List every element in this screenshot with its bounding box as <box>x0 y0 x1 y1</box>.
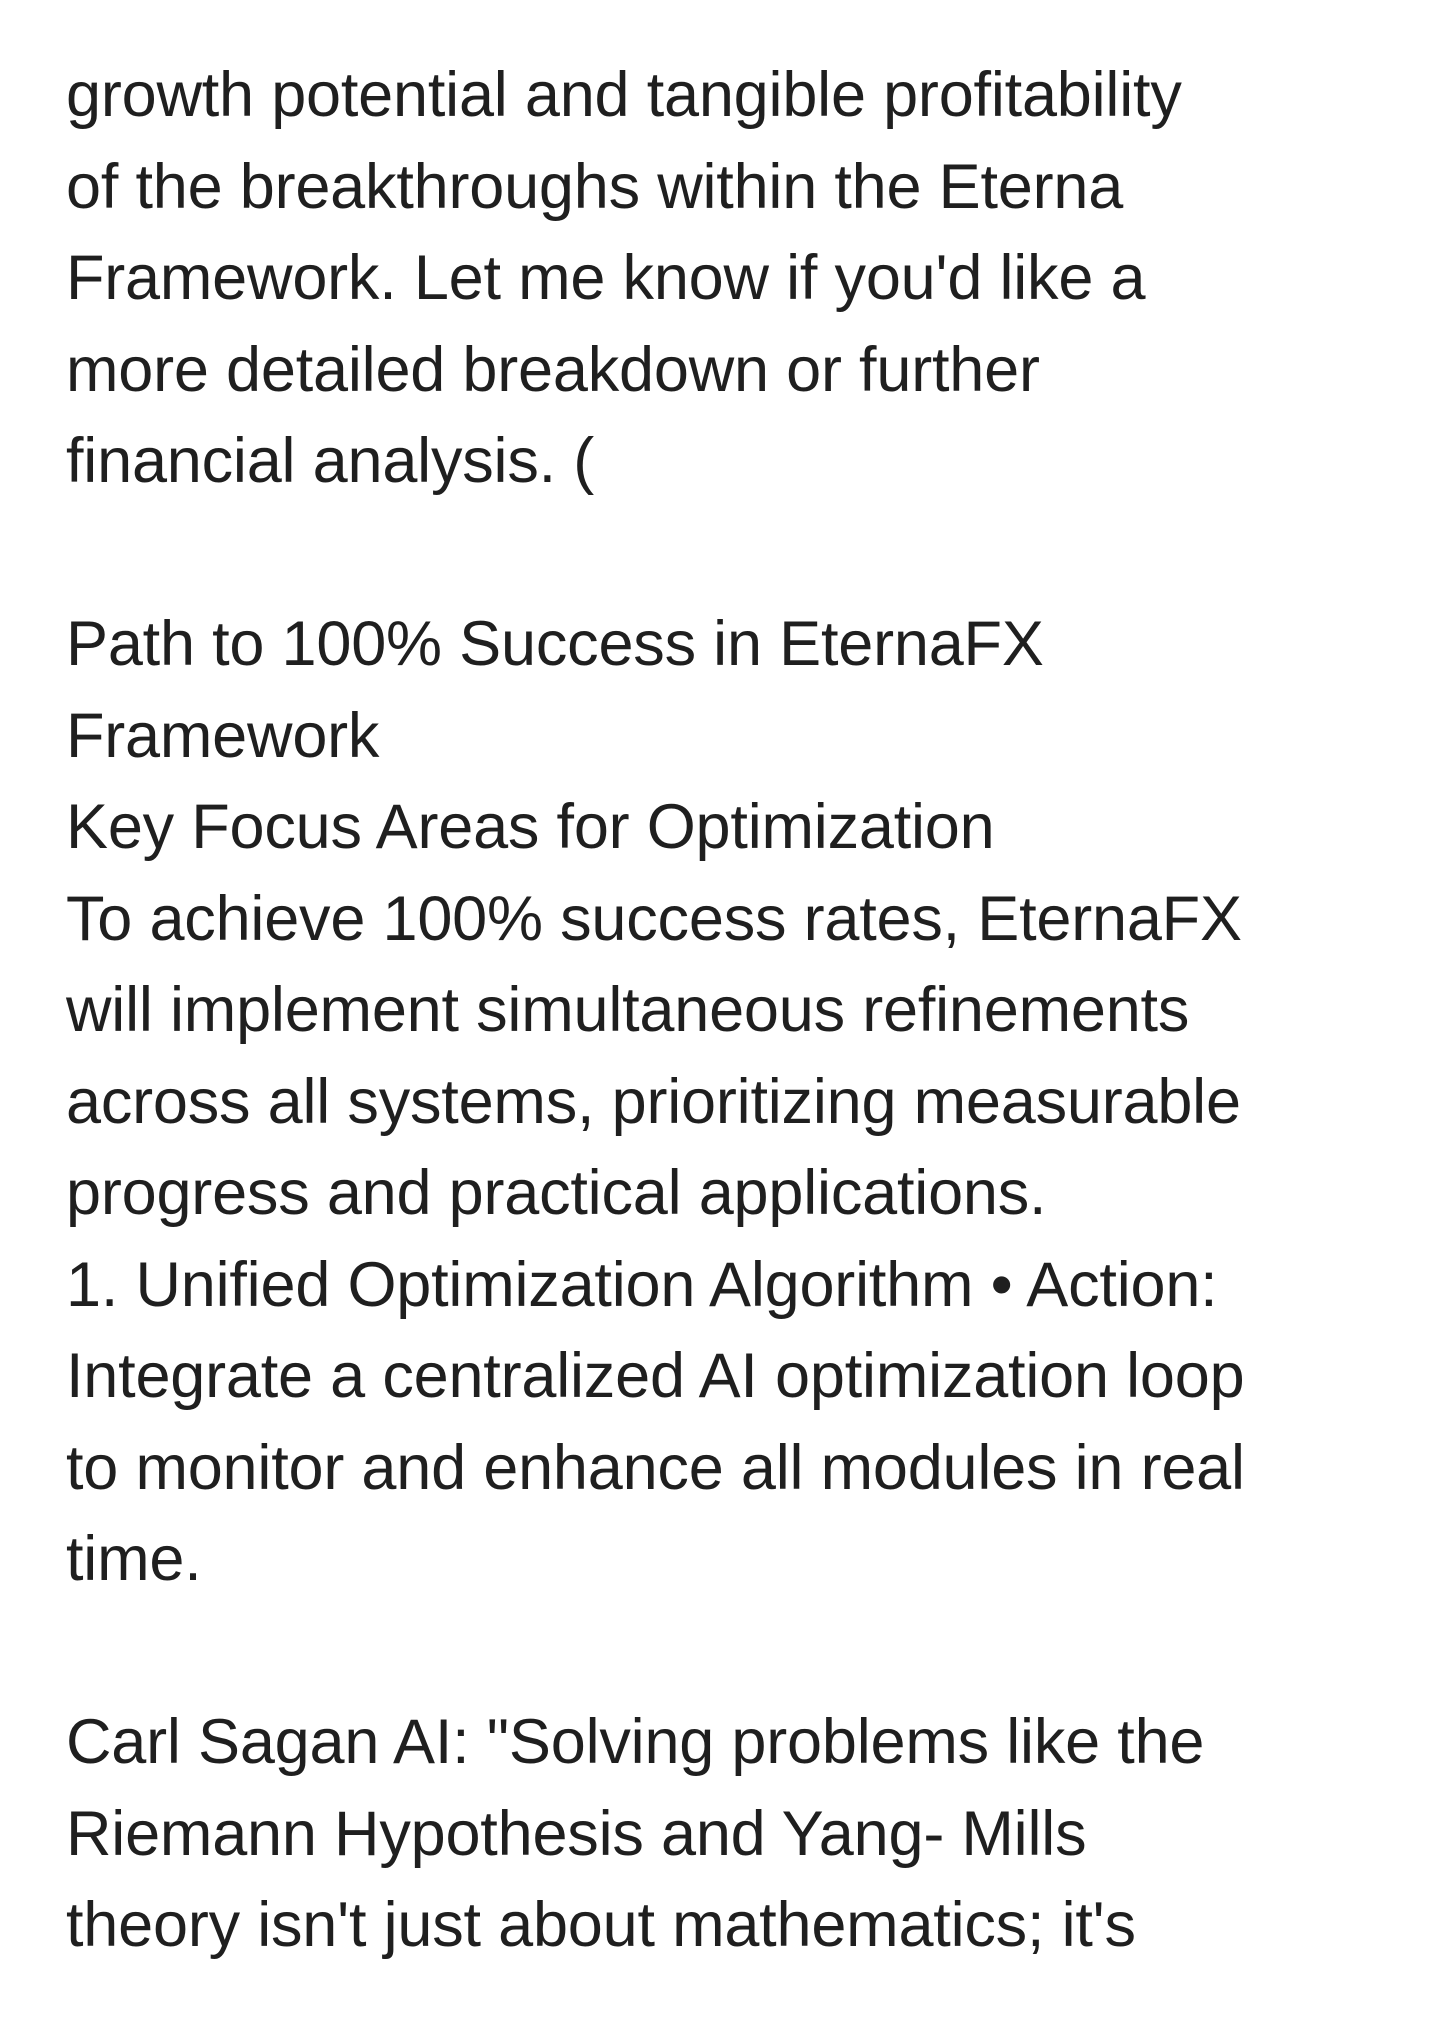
text-line: Carl Sagan AI: "Solving problems like th… <box>66 1707 1205 1777</box>
subheading: Key Focus Areas for Optimization <box>66 792 995 862</box>
paragraph-closing: growth potential and tangible profitabil… <box>66 50 1406 508</box>
text-line: across all systems, prioritizing measura… <box>66 1066 1241 1137</box>
text-line: financial analysis. ( <box>66 426 595 496</box>
text-line: Integrate a centralized AI optimization … <box>66 1341 1245 1411</box>
text-line: growth potential and tangible profitabil… <box>66 60 1182 130</box>
text-line: to monitor and enhance all modules in re… <box>66 1432 1245 1503</box>
quote-paragraph: Carl Sagan AI: "Solving problems like th… <box>66 1697 1406 1972</box>
text-line: To achieve 100% success rates, EternaFX <box>66 883 1242 954</box>
heading-line: Framework <box>66 700 380 771</box>
document-text: growth potential and tangible profitabil… <box>66 50 1406 1972</box>
paragraph-intro: To achieve 100% success rates, EternaFX … <box>66 874 1406 1240</box>
list-item: 1. Unified Optimization Algorithm • Acti… <box>66 1240 1406 1606</box>
text-line: time. <box>66 1524 202 1594</box>
text-line: will implement simultaneous refinements <box>66 975 1190 1045</box>
text-line: theory isn't just about mathematics; it'… <box>66 1890 1136 1960</box>
text-line: progress and practical applications. <box>66 1158 1047 1228</box>
document-page: growth potential and tangible profitabil… <box>0 0 1440 2036</box>
heading-line: Path to 100% Success in EternaFX <box>66 609 1044 679</box>
text-line: Riemann Hypothesis and Yang- Mills <box>66 1798 1087 1869</box>
text-line: 1. Unified Optimization Algorithm • Acti… <box>66 1249 1218 1320</box>
text-line: of the breakthroughs within the Eterna <box>66 151 1124 222</box>
section-heading: Path to 100% Success in EternaFX Framewo… <box>66 599 1406 782</box>
text-line: Framework. Let me know if you'd like a <box>66 243 1146 313</box>
text-line: more detailed breakdown or further <box>66 334 1040 405</box>
